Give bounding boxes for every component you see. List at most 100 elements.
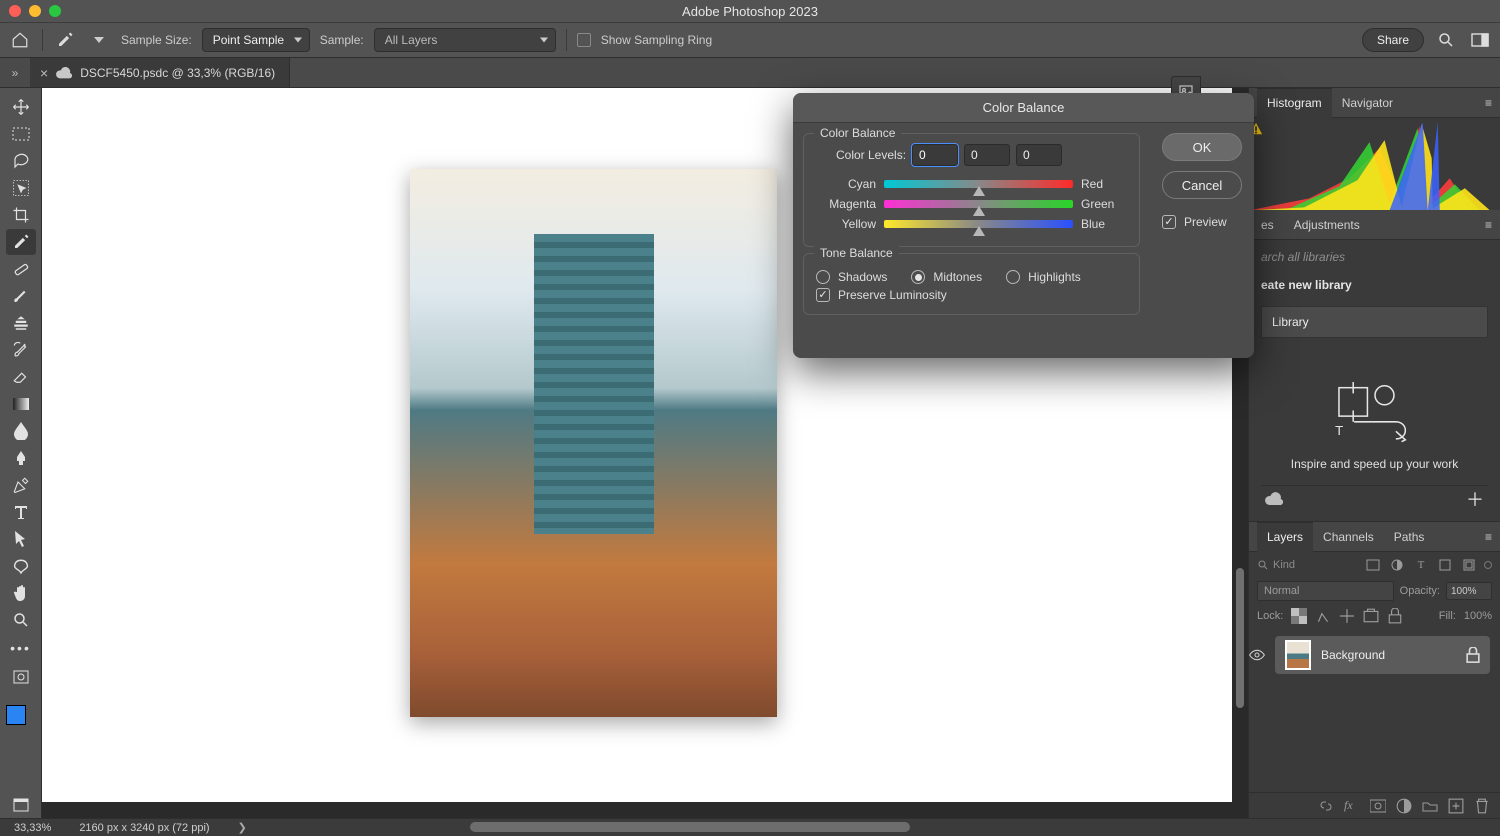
tab-properties-partial[interactable]: es xyxy=(1257,210,1284,240)
group-icon[interactable] xyxy=(1422,798,1438,814)
tab-navigator[interactable]: Navigator xyxy=(1332,88,1403,118)
canvas-horizontal-scrollbar[interactable] xyxy=(470,822,1240,832)
screen-mode-icon[interactable] xyxy=(6,792,36,818)
filter-type-icon[interactable]: T xyxy=(1412,556,1430,574)
library-item[interactable]: Library xyxy=(1261,306,1488,338)
lock-position-icon[interactable] xyxy=(1339,608,1355,624)
tab-adjustments[interactable]: Adjustments xyxy=(1284,210,1370,240)
filter-toggle[interactable] xyxy=(1484,561,1492,569)
create-new-library-link[interactable]: eate new library xyxy=(1261,278,1352,292)
dodge-tool[interactable] xyxy=(6,445,36,471)
search-icon[interactable] xyxy=(1434,28,1458,52)
lock-nested-icon[interactable] xyxy=(1363,608,1379,624)
eyedropper-icon[interactable] xyxy=(53,28,77,52)
brush-tool[interactable] xyxy=(6,283,36,309)
spot-healing-tool[interactable] xyxy=(6,256,36,282)
slider-handle[interactable] xyxy=(973,206,985,216)
cancel-button[interactable]: Cancel xyxy=(1162,171,1242,199)
layer-lock-icon[interactable] xyxy=(1466,647,1480,663)
tone-midtones-option[interactable]: Midtones xyxy=(911,270,982,284)
layer-thumbnail[interactable] xyxy=(1285,640,1311,670)
color-level-field-1[interactable] xyxy=(912,144,958,166)
custom-shape-tool[interactable] xyxy=(6,553,36,579)
eraser-tool[interactable] xyxy=(6,364,36,390)
adjustment-layer-icon[interactable] xyxy=(1396,798,1412,814)
document-tab[interactable]: × DSCF5450.psdc @ 33,3% (RGB/16) xyxy=(30,58,290,87)
color-swatches[interactable] xyxy=(6,699,36,729)
workspace-switcher-icon[interactable] xyxy=(1468,28,1492,52)
tab-channels[interactable]: Channels xyxy=(1313,522,1384,552)
slider-track-magenta-green[interactable] xyxy=(884,200,1073,208)
hand-tool[interactable] xyxy=(6,580,36,606)
quick-mask-icon[interactable] xyxy=(6,664,36,690)
panel-menu-icon[interactable]: ≡ xyxy=(1477,530,1500,544)
show-sampling-ring-checkbox[interactable] xyxy=(577,33,591,47)
sample-select[interactable]: All Layers xyxy=(374,28,556,52)
tone-shadows-option[interactable]: Shadows xyxy=(816,270,887,284)
clone-stamp-tool[interactable] xyxy=(6,310,36,336)
tab-paths[interactable]: Paths xyxy=(1384,522,1435,552)
slider-track-cyan-red[interactable] xyxy=(884,180,1073,188)
new-layer-icon[interactable] xyxy=(1448,798,1464,814)
fill-field[interactable]: 100% xyxy=(1464,610,1492,622)
sample-size-select[interactable]: Point Sample xyxy=(202,28,310,52)
blend-mode-select[interactable]: Normal xyxy=(1257,581,1394,601)
slider-handle[interactable] xyxy=(973,226,985,236)
eyedropper-tool[interactable] xyxy=(6,229,36,255)
layer-row-background[interactable]: Background xyxy=(1275,636,1490,674)
delete-layer-icon[interactable] xyxy=(1474,798,1490,814)
opacity-field[interactable]: 100% xyxy=(1446,582,1492,600)
libraries-add-icon[interactable]: ＋ xyxy=(1466,486,1484,512)
lasso-tool[interactable] xyxy=(6,148,36,174)
status-chevron-icon[interactable]: ❯ xyxy=(238,821,247,834)
filter-adjustment-icon[interactable] xyxy=(1388,556,1406,574)
edit-toolbar-icon[interactable]: ••• xyxy=(10,640,31,656)
filter-shape-icon[interactable] xyxy=(1436,556,1454,574)
tone-highlights-option[interactable]: Highlights xyxy=(1006,270,1081,284)
scrollbar-thumb[interactable] xyxy=(1236,568,1244,708)
lock-transparent-icon[interactable] xyxy=(1291,608,1307,624)
history-brush-tool[interactable] xyxy=(6,337,36,363)
layer-visibility-icon[interactable] xyxy=(1249,649,1265,661)
scrollbar-thumb[interactable] xyxy=(470,822,910,832)
object-selection-tool[interactable] xyxy=(6,175,36,201)
move-tool[interactable] xyxy=(6,94,36,120)
tool-preset-chevron-icon[interactable] xyxy=(87,28,111,52)
link-layers-icon[interactable] xyxy=(1318,798,1334,814)
preserve-luminosity-option[interactable]: Preserve Luminosity xyxy=(816,288,1127,302)
color-level-field-2[interactable] xyxy=(964,144,1010,166)
preview-option[interactable]: Preview xyxy=(1162,215,1242,229)
status-docinfo[interactable]: 2160 px x 3240 px (72 ppi) xyxy=(79,822,209,834)
panel-menu-icon[interactable]: ≡ xyxy=(1477,218,1500,232)
lock-image-icon[interactable] xyxy=(1315,608,1331,624)
home-button[interactable] xyxy=(8,28,32,52)
panel-menu-icon[interactable]: ≡ xyxy=(1477,96,1500,110)
color-level-field-3[interactable] xyxy=(1016,144,1062,166)
rectangular-marquee-tool[interactable] xyxy=(6,121,36,147)
tab-layers[interactable]: Layers xyxy=(1257,522,1313,552)
foreground-color-swatch[interactable] xyxy=(6,705,26,725)
zoom-tool[interactable] xyxy=(6,607,36,633)
libraries-search-input[interactable]: arch all libraries xyxy=(1261,250,1488,264)
status-zoom[interactable]: 33,33% xyxy=(14,822,51,834)
type-tool[interactable] xyxy=(6,499,36,525)
slider-track-yellow-blue[interactable] xyxy=(884,220,1073,228)
blur-tool[interactable] xyxy=(6,418,36,444)
layer-style-icon[interactable]: fx xyxy=(1344,798,1360,814)
layer-mask-icon[interactable] xyxy=(1370,798,1386,814)
filter-pixel-icon[interactable] xyxy=(1364,556,1382,574)
tab-histogram[interactable]: Histogram xyxy=(1257,88,1332,118)
cloud-sync-icon[interactable] xyxy=(1265,492,1283,506)
pen-tool[interactable] xyxy=(6,472,36,498)
gradient-tool[interactable] xyxy=(6,391,36,417)
layer-filter-kind[interactable]: Kind xyxy=(1257,559,1358,571)
filter-smartobject-icon[interactable] xyxy=(1460,556,1478,574)
tabstrip-chevron-icon[interactable]: » xyxy=(0,58,30,87)
document-tab-close-icon[interactable]: × xyxy=(40,66,48,80)
slider-handle[interactable] xyxy=(973,186,985,196)
path-selection-tool[interactable] xyxy=(6,526,36,552)
crop-tool[interactable] xyxy=(6,202,36,228)
share-button[interactable]: Share xyxy=(1362,28,1424,52)
ok-button[interactable]: OK xyxy=(1162,133,1242,161)
lock-all-icon[interactable] xyxy=(1387,608,1403,624)
